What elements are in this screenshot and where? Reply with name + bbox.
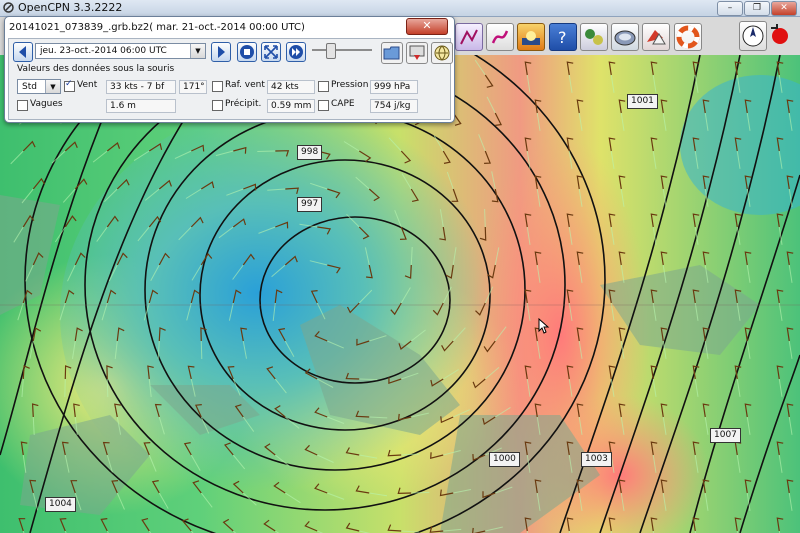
mouse-cursor-icon [538, 318, 550, 334]
chevron-down-icon: ▼ [190, 44, 205, 58]
isobar-label-998: 998 [297, 145, 323, 160]
help-button[interactable]: ? [549, 23, 577, 51]
timeline-select-value: jeu. 23-oct.-2014 06:00 UTC [40, 46, 167, 56]
gust-value: 42 kts [267, 80, 315, 94]
sun-icon [522, 31, 540, 45]
dashboard-button[interactable] [611, 23, 639, 51]
isobar-label-1001: 1001 [627, 94, 658, 109]
grib-dialog[interactable]: 20141021_073839_.grb.bz2( mar. 21-oct.-2… [4, 16, 455, 123]
wind-streamline [411, 491, 430, 494]
mode-select[interactable]: Std ▼ [17, 79, 61, 94]
settings-icon [409, 45, 425, 60]
wind-speed-value: 33 kts - 7 bf [106, 80, 176, 94]
compass-icon [742, 25, 764, 47]
track-button[interactable] [486, 23, 514, 51]
app-title: OpenCPN 3.3.2222 [18, 1, 123, 14]
time-slider-handle[interactable] [326, 43, 336, 59]
precip-checkbox[interactable] [212, 100, 223, 111]
timeline-select[interactable]: jeu. 23-oct.-2014 06:00 UTC ▼ [35, 43, 206, 59]
wind-direction-value: 171° [179, 80, 207, 94]
cape-checkbox[interactable] [318, 100, 329, 111]
grib-dialog-title: 20141021_073839_.grb.bz2( mar. 21-oct.-2… [9, 22, 305, 33]
app-titlebar: OpenCPN 3.3.2222 – ❐ ✕ [0, 0, 800, 17]
prev-time-button[interactable] [13, 42, 33, 62]
expand-icon [264, 45, 278, 59]
stop-icon [240, 45, 254, 59]
next-time-button[interactable] [211, 42, 231, 62]
plugin-button[interactable] [580, 23, 608, 51]
mode-select-value: Std [22, 82, 37, 92]
track-icon [491, 30, 509, 44]
grib-dialog-close-button[interactable]: ✕ [406, 18, 448, 35]
cursor-data-heading: Valeurs des données sous la souris [17, 64, 175, 74]
pressure-value: 999 hPa [370, 80, 418, 94]
play-button[interactable] [286, 42, 306, 62]
route-manager-button[interactable] [455, 23, 483, 51]
gust-checkbox[interactable] [212, 81, 223, 92]
gust-label: Raf. vent [225, 80, 265, 90]
dashboard-icon [614, 30, 636, 46]
request-button[interactable] [431, 42, 453, 64]
wind-streamline [200, 340, 203, 360]
cape-value: 754 j/kg [370, 99, 418, 113]
fast-forward-icon [289, 45, 303, 59]
route-icon [460, 29, 478, 45]
opencpn-logo-icon [3, 2, 14, 13]
time-slider-track[interactable] [312, 49, 372, 51]
waves-checkbox[interactable] [17, 100, 28, 111]
isobar-label-997: 997 [297, 197, 323, 212]
grib-icon [647, 30, 666, 45]
arrow-right-icon [218, 46, 225, 58]
settings-button[interactable] [406, 42, 428, 64]
precip-label: Précipit. [225, 99, 262, 109]
color-scheme-button[interactable] [517, 23, 545, 51]
gps-status-button[interactable] [767, 21, 793, 49]
open-file-button[interactable] [381, 42, 403, 64]
wind-streamline [257, 150, 276, 152]
pressure-checkbox[interactable] [318, 81, 329, 92]
wind-checkbox[interactable] [64, 79, 75, 92]
arrow-left-icon [19, 46, 26, 58]
restore-button[interactable]: ❐ [744, 1, 770, 16]
plugin-icon [585, 29, 603, 45]
chevron-down-icon: ▼ [45, 80, 60, 93]
app-close-button[interactable]: ✕ [771, 1, 797, 16]
wind-streamline [106, 378, 109, 398]
isobar-label-1000: 1000 [489, 452, 520, 467]
isobar-label-1004: 1004 [45, 497, 76, 512]
isobar-label-1003: 1003 [581, 452, 612, 467]
isobar-label-1007: 1007 [710, 428, 741, 443]
wind-label: Vent [77, 80, 98, 90]
cape-label: CAPE [331, 99, 355, 109]
folder-open-icon [383, 46, 400, 60]
mob-button[interactable] [674, 23, 702, 51]
waves-value: 1.6 m [106, 99, 176, 113]
waves-label: Vagues [30, 99, 63, 109]
precip-value: 0.59 mm [267, 99, 315, 113]
minimize-button[interactable]: – [717, 1, 743, 16]
svg-text:?: ? [558, 28, 567, 47]
wind-streamline [359, 378, 378, 381]
zoom-to-grib-button[interactable] [261, 42, 281, 62]
now-button[interactable] [237, 42, 257, 62]
chart-canvas[interactable]: 1001 998 997 1000 1003 1007 1004 [0, 55, 800, 533]
north-up-button[interactable] [739, 21, 767, 51]
wind-streamline [484, 208, 486, 228]
help-icon: ? [558, 28, 567, 47]
grib-dialog-body: jeu. 23-oct.-2014 06:00 UTC ▼ Valeurs de… [8, 38, 453, 120]
lifebuoy-icon [676, 25, 700, 49]
pressure-label: Pression [331, 80, 369, 90]
grib-button[interactable] [642, 23, 670, 51]
globe-icon [434, 45, 450, 61]
gps-status-icon [771, 24, 788, 44]
